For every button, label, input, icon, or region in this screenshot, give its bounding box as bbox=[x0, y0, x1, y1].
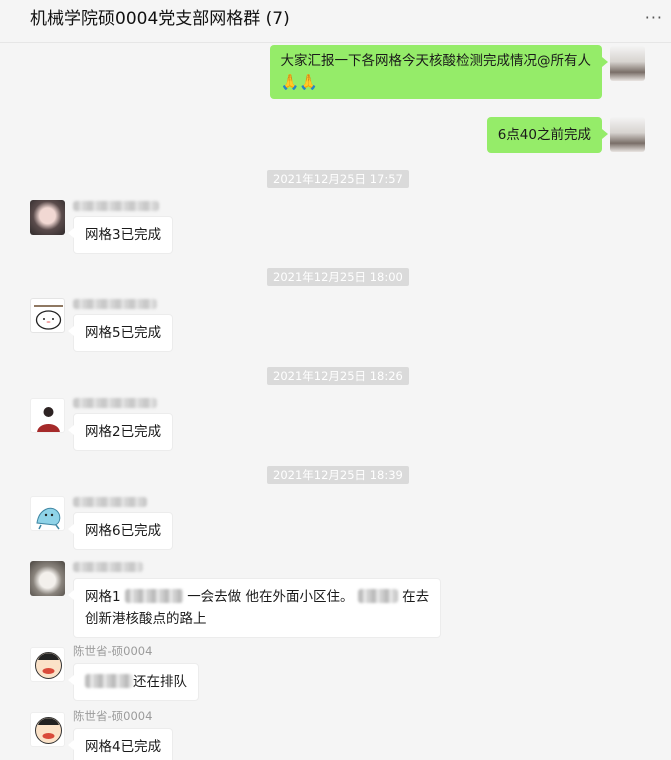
chat-title: 机械学院硕0004党支部网格群 (7) bbox=[30, 9, 290, 29]
message-text: 网格6已完成 bbox=[85, 523, 162, 539]
redacted-text bbox=[124, 589, 183, 603]
cartoon-cat-icon bbox=[34, 305, 63, 330]
message-bubble[interactable]: 大家汇报一下各网格今天核酸检测完成情况@所有人 🙏🙏 bbox=[269, 45, 608, 99]
sender-name: 陈世省-硕0004 bbox=[73, 644, 153, 658]
avatar[interactable] bbox=[30, 398, 65, 433]
more-options-icon[interactable]: ··· bbox=[645, 8, 663, 27]
message-text: 在去 bbox=[402, 589, 430, 605]
message-text: 网格3已完成 bbox=[85, 227, 162, 243]
message-text: 网格4已完成 bbox=[85, 739, 162, 755]
message-text: 6点40之前完成 bbox=[497, 127, 591, 143]
message-text: 网格1 bbox=[85, 589, 121, 605]
message-text: 大家汇报一下各网格今天核酸检测完成情况@所有人 bbox=[280, 53, 592, 69]
cartoon-face-icon bbox=[35, 717, 62, 744]
avatar[interactable] bbox=[30, 200, 65, 235]
message-text: 创新港核酸点的路上 bbox=[85, 611, 207, 627]
message-bubble[interactable]: 6点40之前完成 bbox=[486, 117, 609, 153]
avatar[interactable] bbox=[30, 496, 65, 531]
avatar[interactable] bbox=[30, 712, 65, 747]
message-text: 网格5已完成 bbox=[85, 325, 162, 341]
sender-name-redacted bbox=[73, 395, 157, 409]
message-bubble[interactable]: 还在排队 bbox=[68, 663, 199, 701]
sender-name-redacted bbox=[73, 296, 157, 310]
cartoon-face-icon bbox=[35, 652, 62, 679]
avatar[interactable] bbox=[610, 117, 645, 152]
message-bubble[interactable]: 网格6已完成 bbox=[67, 512, 174, 550]
timestamp: 2021年12月25日 18:00 bbox=[267, 268, 409, 286]
message-bubble[interactable]: 网格3已完成 bbox=[67, 216, 174, 254]
avatar[interactable] bbox=[610, 46, 645, 81]
message-text: 还在排队 bbox=[133, 674, 187, 690]
cartoon-shark-icon bbox=[36, 507, 61, 530]
message-bubble[interactable]: 网格5已完成 bbox=[67, 314, 174, 352]
timestamp: 2021年12月25日 18:39 bbox=[267, 466, 409, 484]
sender-name: 陈世省-硕0004 bbox=[73, 709, 153, 723]
message-text: 网格2已完成 bbox=[85, 424, 162, 440]
person-avatar-icon bbox=[37, 407, 60, 432]
redacted-text bbox=[357, 589, 398, 603]
timestamp: 2021年12月25日 18:26 bbox=[267, 367, 409, 385]
chat-header: 机械学院硕0004党支部网格群 (7) ··· bbox=[0, 0, 671, 43]
avatar[interactable] bbox=[30, 561, 65, 596]
redacted-text bbox=[85, 674, 133, 688]
message-text: 一会去做 他在外面小区住。 bbox=[187, 589, 354, 605]
sender-name-redacted bbox=[73, 198, 159, 212]
sender-name-redacted bbox=[73, 559, 143, 573]
avatar[interactable] bbox=[30, 298, 65, 333]
message-bubble[interactable]: 网格4已完成 bbox=[67, 728, 174, 760]
message-bubble[interactable]: 网格2已完成 bbox=[67, 413, 174, 451]
pray-emoji: 🙏🙏 bbox=[280, 73, 318, 91]
message-bubble[interactable]: 网格1 一会去做 他在外面小区住。 在去 创新港核酸点的路上 bbox=[67, 578, 442, 638]
sender-name-redacted bbox=[73, 494, 147, 508]
timestamp: 2021年12月25日 17:57 bbox=[267, 170, 409, 188]
avatar[interactable] bbox=[30, 647, 65, 682]
